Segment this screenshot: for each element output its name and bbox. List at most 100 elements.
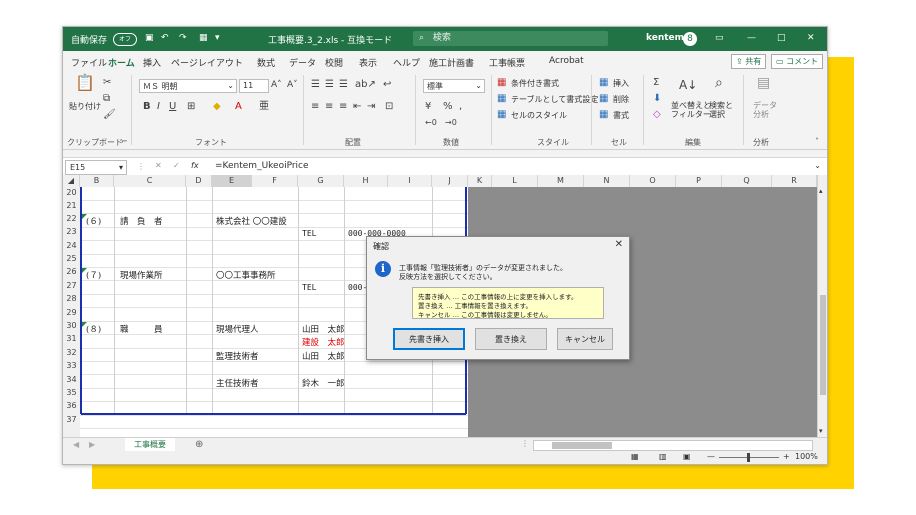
column-header[interactable]: C	[114, 175, 186, 187]
fill-icon[interactable]: ⬇	[653, 93, 661, 105]
font-size-select[interactable]: 11	[239, 79, 269, 93]
scroll-up-icon[interactable]: ▴	[819, 187, 823, 195]
delete-cells-button[interactable]: 削除	[613, 94, 629, 105]
tab-data[interactable]: データ	[289, 56, 316, 69]
autosave-toggle[interactable]: オフ	[113, 33, 137, 46]
format-painter-icon[interactable]: 🖌	[103, 109, 116, 121]
column-header[interactable]: L	[492, 175, 538, 187]
row-header[interactable]: 20	[63, 188, 80, 197]
italic-icon[interactable]: I	[157, 101, 160, 113]
collapse-ribbon-icon[interactable]: ˄	[815, 137, 819, 146]
comma-icon[interactable]: ,	[459, 101, 462, 113]
align-middle-icon[interactable]: ☰	[325, 79, 334, 91]
align-right-icon[interactable]: ≡	[339, 101, 347, 113]
paste-icon[interactable]: 📋	[75, 75, 95, 91]
add-sheet-icon[interactable]: ⊕	[195, 439, 203, 450]
cell-c22[interactable]: 請 負 者	[120, 215, 163, 227]
cell-g30[interactable]: 山田 太郎	[302, 323, 345, 335]
cell-e26[interactable]: 〇〇工事事務所	[216, 269, 276, 281]
row-header[interactable]: 28	[63, 294, 80, 303]
column-header[interactable]: M	[538, 175, 584, 187]
zoom-in-icon[interactable]: +	[783, 452, 790, 461]
column-header[interactable]: K	[468, 175, 492, 187]
insert-function-icon[interactable]: fx	[191, 161, 199, 170]
normal-view-icon[interactable]: ▦	[631, 452, 639, 461]
horizontal-scrollbar[interactable]	[533, 440, 813, 451]
row-header[interactable]: 33	[63, 361, 80, 370]
undo-icon[interactable]: ↶	[161, 33, 169, 43]
customize-icon[interactable]: ▾	[215, 33, 220, 43]
zoom-level[interactable]: 100%	[795, 452, 818, 461]
column-header[interactable]: B	[80, 175, 114, 187]
table-format-icon[interactable]: ▦	[497, 93, 506, 105]
ribbon-display-icon[interactable]: ▭	[715, 33, 724, 43]
cell-style-button[interactable]: セルのスタイル	[511, 110, 567, 121]
scroll-thumb[interactable]	[552, 442, 612, 449]
cell-g32[interactable]: 山田 太郎	[302, 350, 345, 362]
search-box[interactable]: ⌕ 検索	[413, 31, 608, 46]
tab-construction-forms[interactable]: 工事帳票	[489, 56, 525, 69]
currency-icon[interactable]: ¥	[425, 101, 431, 113]
align-center-icon[interactable]: ≡	[325, 101, 333, 113]
align-top-icon[interactable]: ☰	[311, 79, 320, 91]
select-all-corner[interactable]: ◢	[63, 175, 80, 187]
bold-icon[interactable]: B	[143, 101, 151, 113]
decrease-decimal-icon[interactable]: →0	[445, 117, 457, 129]
row-header[interactable]: 24	[63, 241, 80, 250]
redo-icon[interactable]: ↷	[179, 33, 187, 43]
fill-color-icon[interactable]: ◆	[213, 101, 221, 113]
insert-cells-icon[interactable]: ▦	[599, 77, 608, 89]
cell-style-icon[interactable]: ▦	[497, 109, 506, 121]
orientation-icon[interactable]: ab↗	[355, 79, 376, 91]
launcher-icon[interactable]: ⌐	[121, 137, 128, 146]
row-header[interactable]: 27	[63, 281, 80, 290]
cell-g34[interactable]: 鈴木 一郎	[302, 377, 345, 389]
cancel-button[interactable]: キャンセル	[557, 328, 613, 350]
column-header[interactable]: F	[252, 175, 298, 187]
cancel-icon[interactable]: ✕	[155, 161, 162, 170]
insert-button[interactable]: 先書き挿入	[393, 328, 465, 350]
maximize-button[interactable]: □	[777, 33, 786, 43]
minimize-button[interactable]: —	[747, 33, 756, 43]
avatar[interactable]: 8	[683, 32, 697, 46]
zoom-slider-thumb[interactable]	[747, 453, 750, 462]
column-header[interactable]: D	[186, 175, 212, 187]
increase-decimal-icon[interactable]: ←0	[425, 117, 437, 129]
clear-icon[interactable]: ◇	[653, 109, 661, 121]
quick-access-icon[interactable]: ▦	[199, 33, 208, 43]
row-header[interactable]: 31	[63, 334, 80, 343]
comment-button[interactable]: ▭ コメント	[771, 54, 824, 69]
format-cells-icon[interactable]: ▦	[599, 109, 608, 121]
column-header[interactable]: G	[298, 175, 344, 187]
scroll-down-icon[interactable]: ▾	[819, 427, 823, 435]
tab-construction-plan[interactable]: 施工計画書	[429, 56, 474, 69]
cell-b30[interactable]: (８)	[86, 323, 101, 335]
copy-icon[interactable]: ⧉	[103, 93, 110, 105]
column-header[interactable]: I	[388, 175, 432, 187]
row-header[interactable]: 35	[63, 388, 80, 397]
sort-filter-icon[interactable]: A↓	[679, 79, 697, 91]
row-header[interactable]: 37	[63, 415, 80, 424]
tab-review[interactable]: 校閲	[325, 56, 343, 69]
tab-view[interactable]: 表示	[359, 56, 377, 69]
cell-e22[interactable]: 株式会社 〇〇建設	[216, 215, 287, 227]
cell-g23[interactable]: TEL	[302, 229, 316, 238]
prev-sheet-icon[interactable]: ◀	[73, 440, 79, 449]
row-header[interactable]: 23	[63, 227, 80, 236]
column-header[interactable]: E	[212, 175, 252, 187]
row-header[interactable]: 32	[63, 348, 80, 357]
cell-e30[interactable]: 現場代理人	[216, 323, 259, 335]
cell-b26[interactable]: (７)	[86, 269, 101, 281]
column-header[interactable]: J	[432, 175, 468, 187]
tab-page-layout[interactable]: ページレイアウト	[171, 56, 243, 69]
row-header[interactable]: 21	[63, 201, 80, 210]
merge-center-icon[interactable]: ⊡	[385, 101, 393, 113]
column-header[interactable]: Q	[722, 175, 772, 187]
border-icon[interactable]: ⊞	[187, 101, 195, 113]
percent-icon[interactable]: %	[443, 101, 453, 113]
close-button[interactable]: ✕	[807, 33, 815, 43]
decrease-indent-icon[interactable]: ⇤	[353, 101, 361, 113]
tab-file[interactable]: ファイル	[71, 56, 107, 69]
dialog-close-icon[interactable]: ✕	[615, 239, 623, 250]
formula-input[interactable]: =Kentem_UkeoiPrice	[215, 161, 309, 171]
